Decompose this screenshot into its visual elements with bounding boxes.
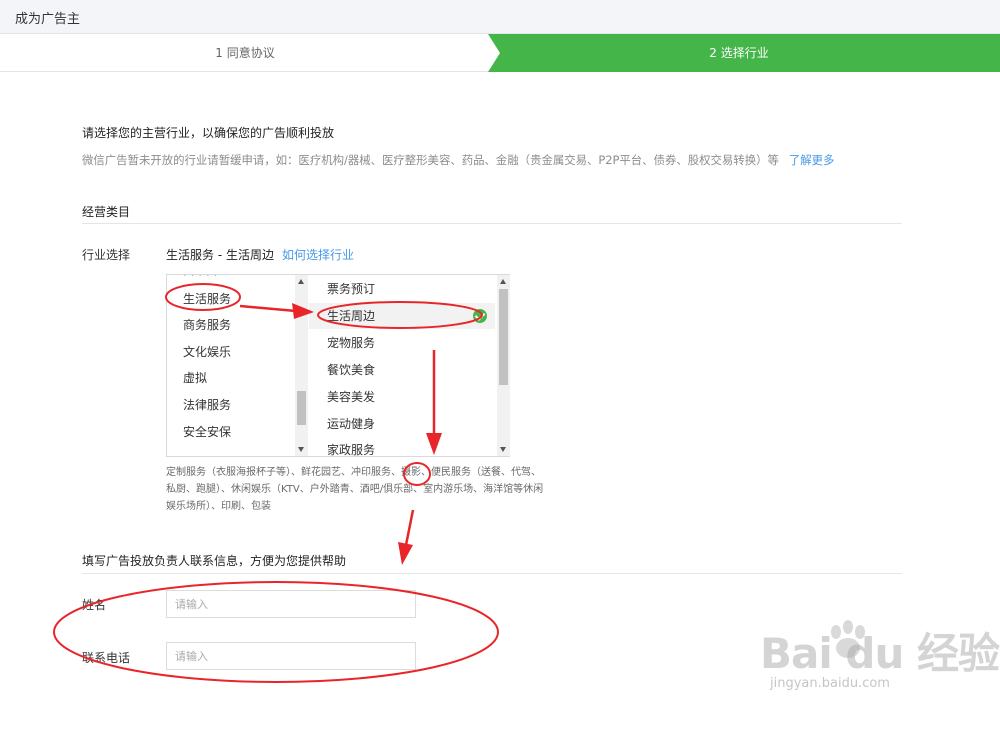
phone-input[interactable]: [166, 642, 416, 670]
list-item[interactable]: 安全安保: [183, 419, 231, 445]
scroll-thumb[interactable]: [297, 391, 306, 425]
annotation-arrowhead: [398, 542, 413, 565]
section-title-category: 经营类目: [82, 205, 131, 219]
list-item-selected[interactable]: 生活周边: [309, 303, 495, 329]
category-example-text: 定制服务（衣服海报杯子等）、鲜花园艺、冲印服务、摄影、便民服务（送餐、代驾、私厨…: [166, 467, 544, 512]
step-choose-industry: 2 选择行业: [488, 34, 1000, 72]
watermark-brand: Bai du 经验: [760, 629, 1000, 678]
step-label: 2 选择行业: [709, 46, 769, 60]
scroll-up-icon[interactable]: [500, 279, 506, 284]
annotation-arrow: [404, 509, 415, 546]
paw-icon: [831, 620, 865, 658]
step-indicator: 1 同意协议 2 选择行业: [0, 34, 1000, 72]
section-title-contact: 填写广告投放负责人联系信息，方便为您提供帮助: [82, 554, 347, 568]
divider: [82, 573, 902, 574]
intro-note-text: 微信广告暂未开放的行业请暂缓申请，如：医疗机构/器械、医疗整形美容、药品、金融（…: [82, 153, 779, 167]
page-title: 成为广告主: [15, 12, 81, 27]
secondary-category-list[interactable]: 票务预订 生活周边 宠物服务 餐饮美食 美容美发 运动健身 家政服务: [309, 275, 509, 456]
primary-list-scrollbar[interactable]: [295, 275, 308, 456]
name-label: 姓名: [82, 598, 107, 612]
list-item[interactable]: 票务预订: [327, 276, 495, 302]
step-agree-agreement: 1 同意协议: [0, 34, 490, 72]
divider: [82, 223, 902, 224]
list-item[interactable]: 生活服务: [183, 286, 231, 312]
phone-label: 联系电话: [82, 651, 131, 665]
list-item[interactable]: 宠物服务: [327, 330, 495, 356]
list-item[interactable]: 家政服务: [327, 437, 495, 456]
how-to-choose-industry-link[interactable]: 如何选择行业: [282, 248, 354, 262]
secondary-list-scrollbar[interactable]: [497, 275, 510, 456]
list-item[interactable]: 商务服务: [183, 312, 231, 338]
scroll-up-icon[interactable]: [298, 279, 304, 284]
intro-note: 微信广告暂未开放的行业请暂缓申请，如：医疗机构/器械、医疗整形美容、药品、金融（…: [82, 152, 834, 168]
name-input[interactable]: [166, 590, 416, 618]
step-label: 1 同意协议: [215, 46, 275, 60]
industry-selected-value: 生活服务 - 生活周边 如何选择行业: [166, 246, 354, 263]
list-item[interactable]: 法律服务: [183, 392, 231, 418]
list-item[interactable]: 文化娱乐: [183, 339, 231, 365]
industry-picker: · · · · · 生活服务 商务服务 文化娱乐 虚拟 法律服务 安全安保 票务…: [166, 274, 510, 457]
list-item-label: 生活周边: [327, 309, 376, 323]
learn-more-link[interactable]: 了解更多: [789, 153, 835, 167]
list-item[interactable]: 虚拟: [183, 365, 207, 391]
watermark-url: jingyan.baidu.com: [770, 676, 890, 691]
check-icon: [473, 309, 487, 323]
watermark: Bai du 经验 jingyan.baidu.com: [760, 620, 1000, 720]
primary-category-list[interactable]: · · · · · 生活服务 商务服务 文化娱乐 虚拟 法律服务 安全安保: [167, 275, 297, 456]
list-item[interactable]: 餐饮美食: [327, 357, 495, 383]
scroll-down-icon[interactable]: [298, 447, 304, 452]
list-item[interactable]: 运动健身: [327, 411, 495, 437]
scroll-down-icon[interactable]: [500, 447, 506, 452]
scroll-thumb[interactable]: [499, 289, 508, 385]
industry-value-text: 生活服务 - 生活周边: [166, 248, 274, 262]
page-header: 成为广告主: [0, 0, 1000, 34]
industry-label: 行业选择: [82, 248, 131, 262]
intro-lead: 请选择您的主营行业，以确保您的广告顺利投放: [82, 126, 335, 140]
list-item[interactable]: 美容美发: [327, 384, 495, 410]
